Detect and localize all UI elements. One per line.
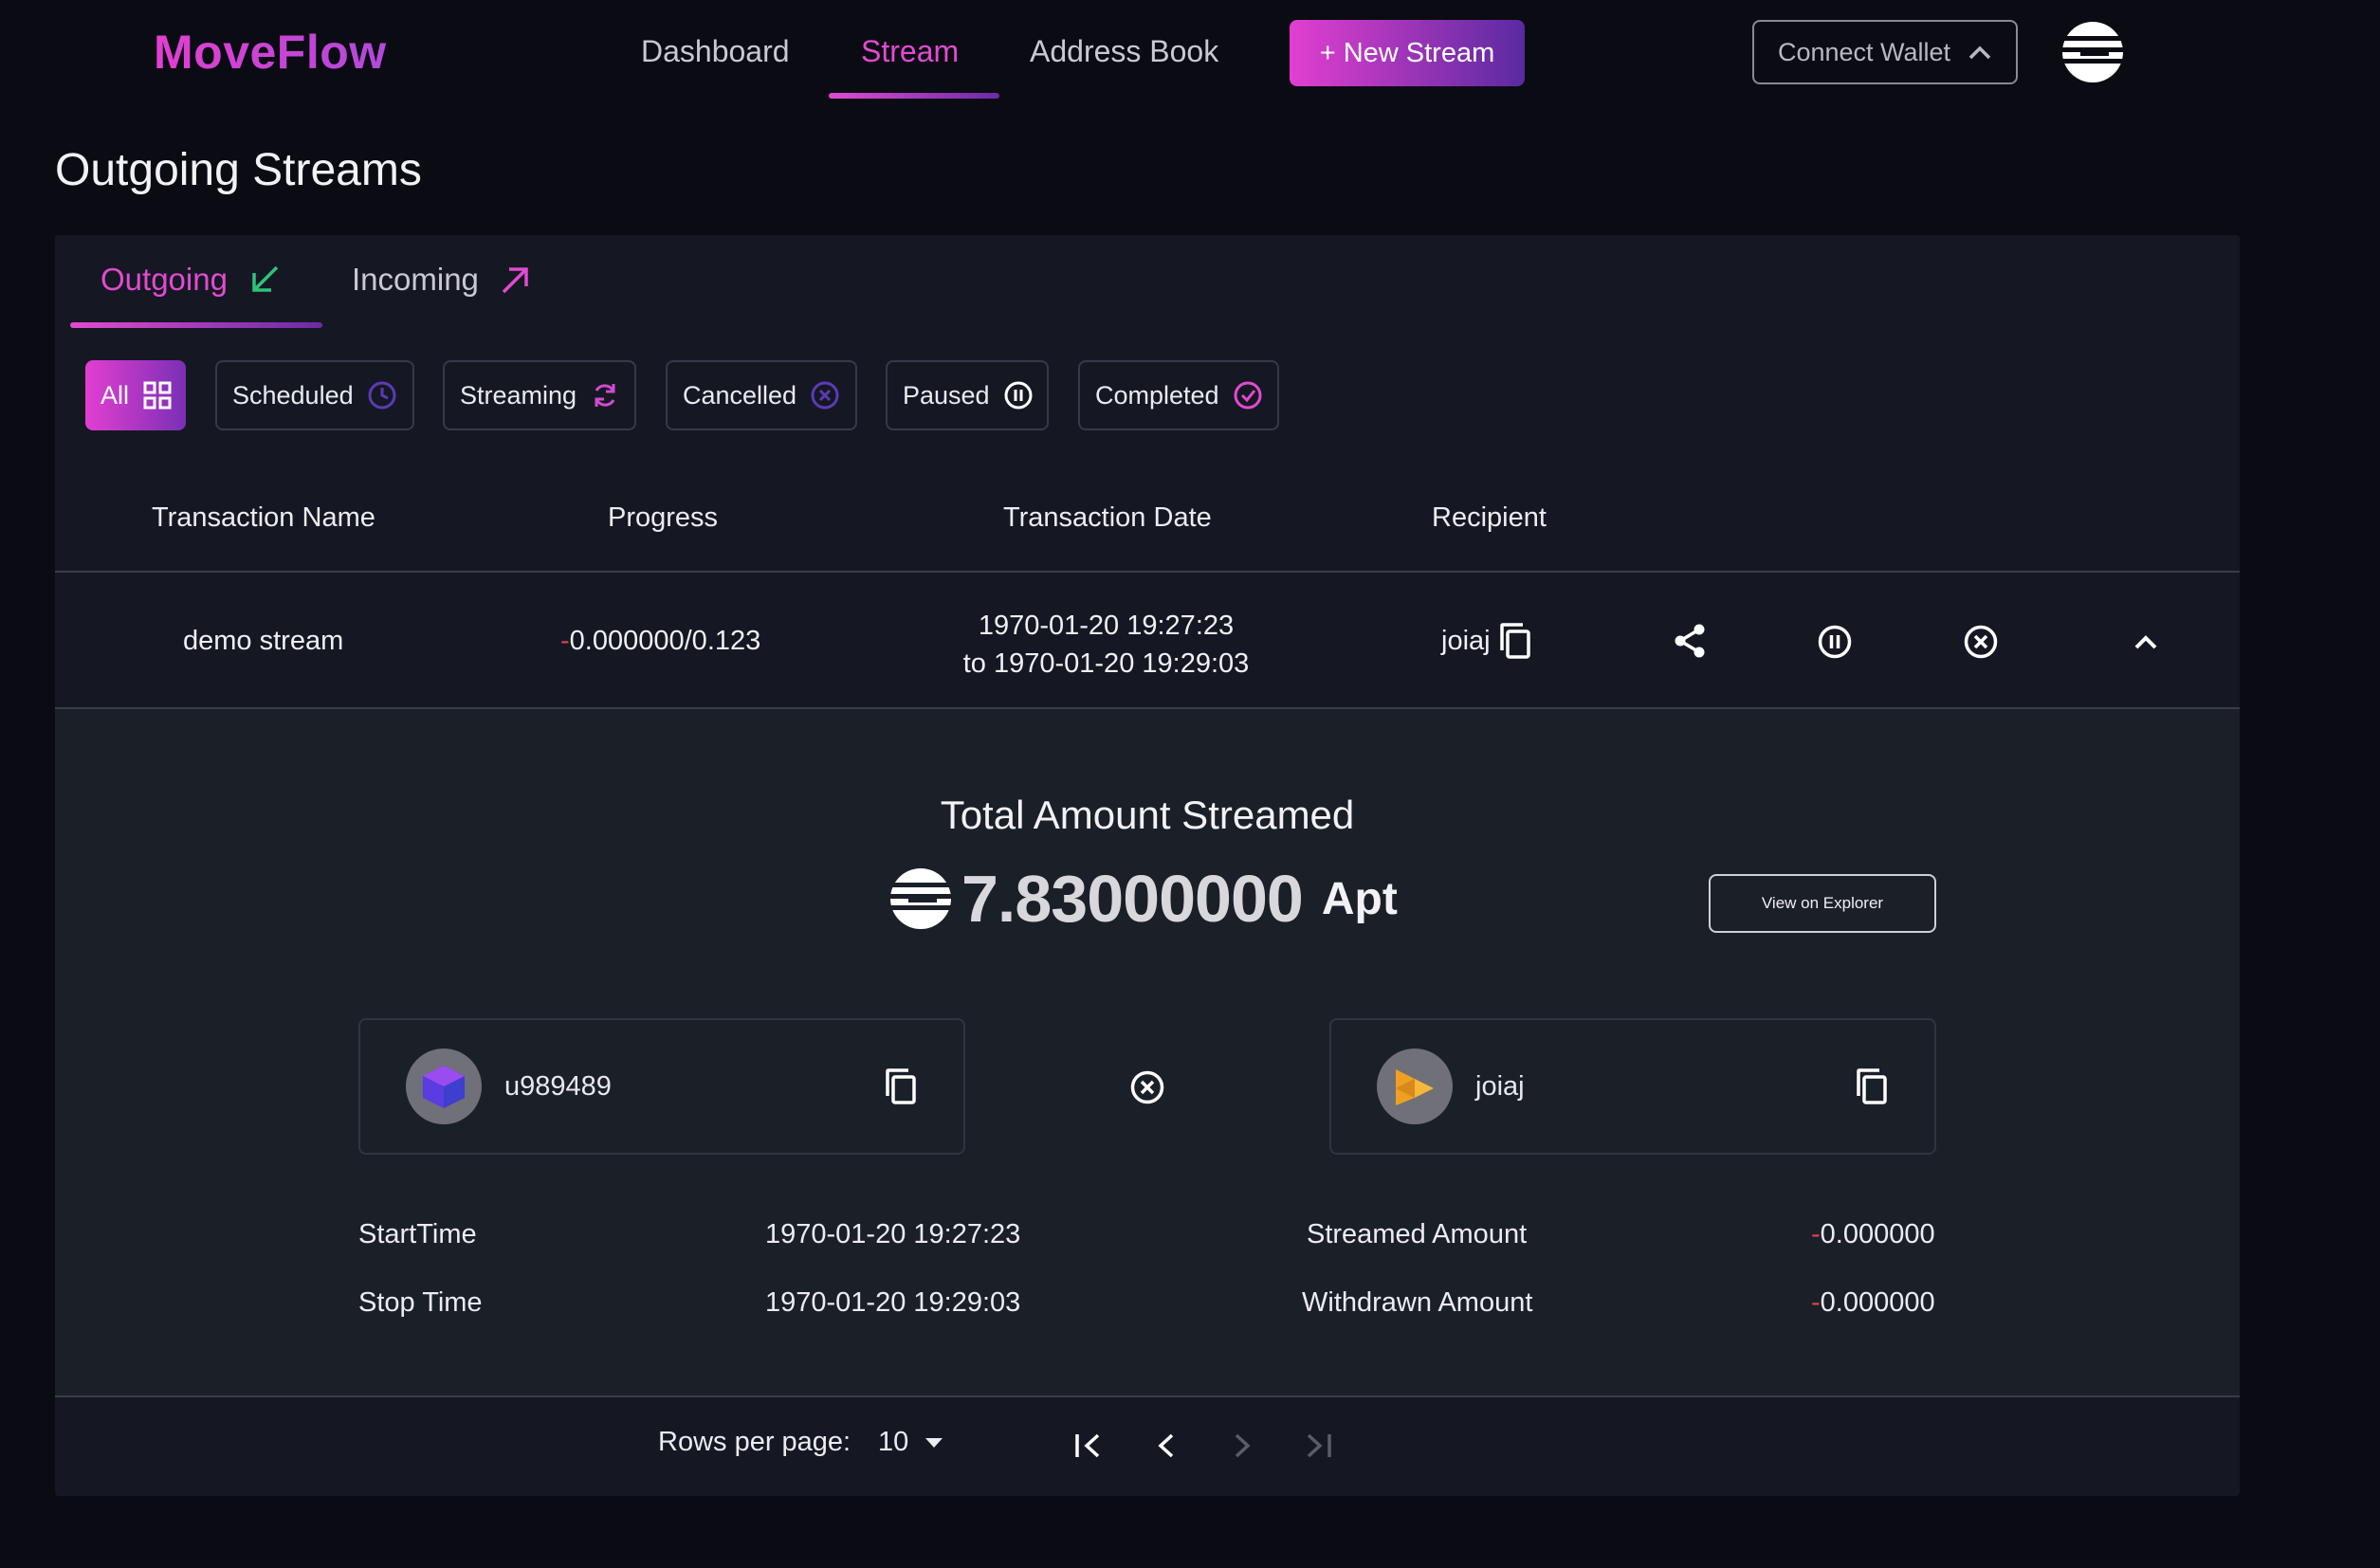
transaction-name: demo stream <box>183 626 344 656</box>
filter-completed[interactable]: Completed <box>1078 360 1279 430</box>
cube-icon <box>423 1066 465 1108</box>
stop-time-value: 1970-01-20 19:29:03 <box>765 1287 1021 1318</box>
copy-icon[interactable] <box>1498 622 1532 660</box>
streamed-amount-value: -0.000000 <box>1811 1219 1935 1250</box>
start-time-label: StartTime <box>358 1219 477 1249</box>
filter-completed-label: Completed <box>1095 380 1219 410</box>
sender-avatar <box>406 1048 482 1124</box>
refresh-icon <box>590 380 620 410</box>
date-from: 1970-01-20 19:27:23 <box>978 611 1235 641</box>
tab-incoming[interactable]: Incoming <box>352 262 532 298</box>
check-icon <box>1233 380 1263 410</box>
clock-icon <box>367 380 397 410</box>
column-header-progress: Progress <box>608 502 719 533</box>
view-on-explorer-button[interactable]: View on Explorer <box>1709 874 1936 933</box>
total-amount-value: 7.83000000 <box>961 862 1304 936</box>
new-stream-button[interactable]: + New Stream <box>1290 20 1525 86</box>
next-page-icon[interactable] <box>1229 1431 1255 1460</box>
filter-streaming[interactable]: Streaming <box>443 360 636 430</box>
aptos-coin-icon <box>889 867 952 930</box>
pause-icon <box>1003 380 1034 410</box>
date-to: to 1970-01-20 19:29:03 <box>962 648 1250 679</box>
streamed-sign: - <box>1811 1219 1821 1249</box>
sender-name: u989489 <box>504 1070 612 1102</box>
aptos-logo-icon[interactable] <box>2061 21 2124 83</box>
withdrawn-sign: - <box>1811 1287 1821 1318</box>
filter-scheduled[interactable]: Scheduled <box>215 360 414 430</box>
tab-outgoing-label: Outgoing <box>101 262 228 297</box>
filter-paused-label: Paused <box>903 380 990 410</box>
nav-dashboard[interactable]: Dashboard <box>641 34 790 69</box>
collapse-icon[interactable] <box>2132 628 2160 656</box>
first-page-icon[interactable] <box>1073 1431 1106 1460</box>
withdrawn-amount-label: Withdrawn Amount <box>1302 1287 1533 1318</box>
rows-per-page-value: 10 <box>878 1427 909 1457</box>
nav-address-book[interactable]: Address Book <box>1030 34 1218 69</box>
previous-page-icon[interactable] <box>1153 1431 1180 1460</box>
column-header-name: Transaction Name <box>152 502 375 533</box>
connect-wallet-button[interactable]: Connect Wallet <box>1752 20 2018 84</box>
share-icon[interactable] <box>1673 622 1707 660</box>
rows-per-page-label: Rows per page: <box>658 1427 851 1457</box>
cancel-stream-icon[interactable] <box>1963 624 1999 660</box>
progress-sign: - <box>560 626 570 656</box>
withdrawn-amount-value: -0.000000 <box>1811 1287 1935 1319</box>
receiver-name: joiaj <box>1475 1070 1525 1102</box>
filter-paused[interactable]: Paused <box>886 360 1049 430</box>
tab-active-indicator <box>70 322 322 328</box>
caret-down-icon <box>924 1436 944 1449</box>
total-amount-row: 7.83000000 Apt <box>889 861 1398 937</box>
receiver-card: joiaj <box>1329 1018 1936 1155</box>
app-logo[interactable]: MoveFlow <box>154 25 387 80</box>
stream-detail-panel: Total Amount Streamed 7.83000000 Apt Vie… <box>55 709 2240 1395</box>
filter-cancelled-label: Cancelled <box>683 380 797 410</box>
arrow-up-right-icon <box>500 264 532 296</box>
triangles-icon <box>1396 1069 1434 1105</box>
receiver-avatar <box>1377 1048 1453 1124</box>
grid-icon <box>142 380 173 410</box>
nav-stream[interactable]: Stream <box>861 34 959 69</box>
copy-icon[interactable] <box>884 1067 918 1105</box>
total-amount-title: Total Amount Streamed <box>940 793 1355 837</box>
connect-wallet-label: Connect Wallet <box>1777 37 1951 66</box>
progress-text: 0.000000/0.123 <box>569 626 761 656</box>
filter-cancelled[interactable]: Cancelled <box>666 360 857 430</box>
filter-all-label: All <box>101 380 130 410</box>
withdrawn-amount-text: 0.000000 <box>1820 1287 1935 1318</box>
tab-outgoing[interactable]: Outgoing <box>101 262 281 298</box>
pause-stream-icon[interactable] <box>1817 624 1853 660</box>
cancel-icon <box>810 380 840 410</box>
streamed-amount-label: Streamed Amount <box>1307 1219 1528 1249</box>
total-amount-unit: Apt <box>1321 873 1398 924</box>
copy-icon[interactable] <box>1855 1067 1889 1105</box>
chevron-up-icon <box>1968 44 1992 61</box>
page-title: Outgoing Streams <box>55 145 422 195</box>
rows-per-page-select[interactable]: 10 <box>878 1427 944 1458</box>
column-header-recipient: Recipient <box>1432 502 1547 533</box>
progress-value: -0.000000/0.123 <box>560 626 760 657</box>
tab-incoming-label: Incoming <box>352 262 479 297</box>
stop-time-label: Stop Time <box>358 1287 483 1318</box>
filter-all[interactable]: All <box>85 360 186 430</box>
start-time-value: 1970-01-20 19:27:23 <box>765 1219 1021 1249</box>
column-header-date: Transaction Date <box>1003 502 1212 533</box>
sender-card: u989489 <box>358 1018 965 1155</box>
nav-active-indicator <box>829 93 999 99</box>
last-page-icon[interactable] <box>1301 1431 1333 1460</box>
transaction-date: 1970-01-20 19:27:23 to 1970-01-20 19:29:… <box>948 607 1264 683</box>
filter-scheduled-label: Scheduled <box>232 380 354 410</box>
close-circle-icon <box>1129 1069 1165 1105</box>
divider <box>55 1395 2240 1397</box>
recipient-name: joiaj <box>1441 626 1491 656</box>
streamed-amount-text: 0.000000 <box>1820 1219 1935 1249</box>
filter-streaming-label: Streaming <box>460 380 577 410</box>
arrow-down-left-icon <box>248 264 281 296</box>
divider <box>55 571 2240 573</box>
